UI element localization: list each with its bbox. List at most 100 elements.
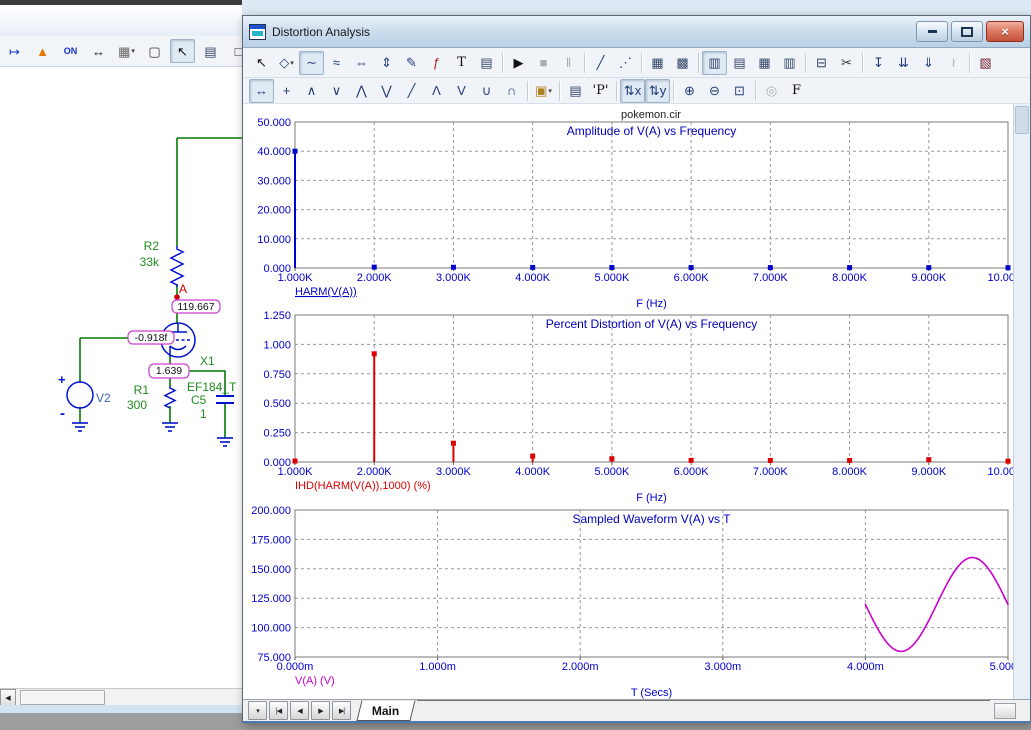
resistor-r2[interactable] [171,246,183,287]
vertical-scrollbar[interactable] [1013,104,1030,699]
prev-page-button[interactable]: ◀ [290,701,309,720]
go-to-point-button[interactable]: 'P' [588,79,613,103]
go-to-small-peak-icon: ⋀ [356,84,367,97]
zoom-out-button[interactable]: ⊖ [702,79,727,103]
source-v2[interactable] [67,382,93,408]
cursor-right-icon: ⇊ [898,56,909,69]
go-to-valley-button[interactable]: ∨ [324,79,349,103]
plot-grid-columns-button[interactable]: ▥ [777,51,802,75]
grid-options-button[interactable]: ▩ [670,51,695,75]
fourier-button[interactable]: F [784,79,809,103]
close-button[interactable]: × [986,21,1024,42]
zoom-in-button[interactable]: ⊕ [677,79,702,103]
go-to-slope-button[interactable]: ╱ [399,79,424,103]
vertical-scrollbar-thumb[interactable] [1015,106,1029,134]
select-cursor-button[interactable]: ↖ [170,39,195,63]
plot-stripes-vertical-button[interactable]: ▥ [702,51,727,75]
minimize-button[interactable] [916,21,948,42]
go-to-high-button[interactable]: Λ [424,79,449,103]
c5-value-label: 1 [200,407,207,421]
analysis-window: Distortion Analysis × ↖◇▾∼≈⇔⇕✎ƒT▤▶■‖╱⋰▦▩… [242,15,1031,723]
next-page-button[interactable]: ▶ [311,701,330,720]
properties-window-button[interactable]: ▤ [474,51,499,75]
zoom-in-icon: ⊕ [684,84,695,97]
dropdown-arrow-icon[interactable]: ▾ [548,87,552,95]
go-to-performance-button[interactable]: ▣▾ [531,79,556,103]
horizontal-tag-button[interactable]: ⇔ [349,51,374,75]
grid-toggle-button[interactable]: ▦▾ [114,39,139,63]
trim-plot-button[interactable]: ✂ [834,51,859,75]
polyline-tool-button[interactable]: ⋰ [613,51,638,75]
page-button[interactable]: ▢ [142,39,167,63]
cursor-mode-button[interactable]: ≈ [324,51,349,75]
data-points-button[interactable]: ▧ [973,51,998,75]
chart-2: 1.2501.0000.7500.5000.2500.0001.000K2.00… [263,310,1014,504]
y-tick-label: 30.000 [257,175,291,187]
cursor-free-button[interactable]: + [274,79,299,103]
capacitor-c5[interactable] [216,396,234,403]
analysis-toolbar-row1: ↖◇▾∼≈⇔⇕✎ƒT▤▶■‖╱⋰▦▩▥▤▦▥⊟✂↧⇊⇓≀▧ [243,48,1030,78]
x-tick-label: 2.000K [357,466,393,478]
graph-paper-icon: ▦ [651,56,663,69]
go-to-small-peak-button[interactable]: ⋀ [349,79,374,103]
split-plot-button[interactable]: ⊟ [809,51,834,75]
run-button[interactable]: ▶ [506,51,531,75]
y-tick-label: 40.000 [257,146,291,158]
plot-grid-fine-button[interactable]: ▦ [752,51,777,75]
line-tool-button[interactable]: ╱ [588,51,613,75]
desktop: { "window": {"title": "Distortion Analys… [0,0,1031,730]
window-icon [249,24,266,40]
x-tick-label: 7.000K [753,272,789,284]
cursor-left-button[interactable]: ↧ [866,51,891,75]
go-to-low-button[interactable]: V [449,79,474,103]
go-to-branch-high-button[interactable]: ∩ [499,79,524,103]
go-to-small-valley-button[interactable]: ⋁ [374,79,399,103]
text-mode-button[interactable]: T [449,51,474,75]
performance-tag-button[interactable]: ✎ [399,51,424,75]
title-bar[interactable]: Distortion Analysis × [243,16,1030,48]
select-mode-button[interactable]: ↖ [249,51,274,75]
zoom-area-button[interactable]: ⊡ [727,79,752,103]
horizontal-tag-icon: ⇔ [355,56,368,69]
y-tick-label: 0.500 [263,398,291,410]
numeric-output-button[interactable]: ▤ [563,79,588,103]
node-numbers-button[interactable]: ↦ [2,39,27,63]
cursor-horizontal-button[interactable]: ↔ [249,79,274,103]
y-tick-label: 1.000 [263,339,291,351]
scale-x-button[interactable]: ⇅x [620,79,645,103]
restore-icon [961,27,973,37]
go-to-peak-icon: ∧ [307,84,317,97]
cursor-mode-icon: ≈ [333,56,340,69]
restore-button[interactable] [951,21,983,42]
go-to-branch-low-button[interactable]: ∪ [474,79,499,103]
go-to-branch-low-icon: ∪ [482,84,492,97]
wire-mode-button[interactable]: ↔ [86,39,111,63]
go-to-peak-button[interactable]: ∧ [299,79,324,103]
tab-main[interactable]: Main [356,700,415,721]
last-page-button[interactable]: ▶| [332,701,351,720]
tabbar-scroll-thumb[interactable] [994,703,1016,719]
page-select-button[interactable]: ▾ [248,701,267,720]
dropdown-arrow-icon[interactable]: ▾ [131,47,135,55]
cursor-right-button[interactable]: ⇊ [891,51,916,75]
on-state-button[interactable]: ON [58,39,83,63]
formula-text-button[interactable]: ƒ [424,51,449,75]
vertical-tag-button[interactable]: ⇕ [374,51,399,75]
scale-mode-button[interactable]: ∼ [299,51,324,75]
scrollbar-thumb[interactable] [20,690,105,705]
grid-options-icon: ▩ [676,56,688,69]
scale-y-button[interactable]: ⇅y [645,79,670,103]
graphics-mode-button[interactable]: ◇▾ [274,51,299,75]
graph-paper-button[interactable]: ▦ [645,51,670,75]
resistor-r1[interactable] [165,386,175,408]
cursor-both-button[interactable]: ⇓ [916,51,941,75]
dropdown-arrow-icon[interactable]: ▾ [290,59,294,67]
properties-button[interactable]: ▤ [198,39,223,63]
tab-main-label: Main [372,704,399,718]
first-page-button[interactable]: |◀ [269,701,288,720]
schematic-canvas[interactable]: R2 33k X1 R1 300 EF184_T C5 1 V2 + - A 1… [0,66,242,688]
power-button[interactable]: ▲ [30,39,55,63]
horizontal-scrollbar[interactable]: ◀ [0,688,242,706]
plot-grid-columns-icon: ▥ [783,56,795,69]
plot-stripes-horizontal-button[interactable]: ▤ [727,51,752,75]
